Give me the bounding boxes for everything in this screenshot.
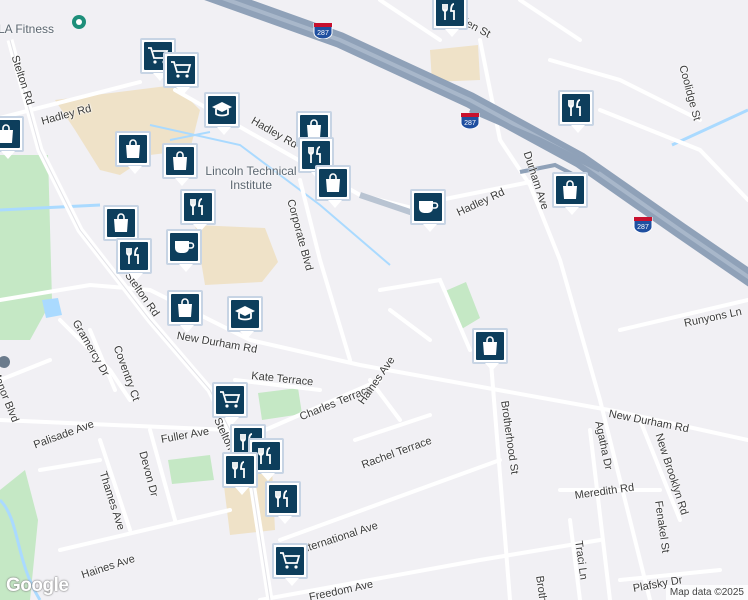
svg-text:287: 287 (317, 30, 329, 37)
restaurant-marker[interactable] (558, 90, 594, 133)
fork-knife-icon (232, 461, 245, 478)
restaurant-marker[interactable] (265, 481, 301, 524)
fork-knife-icon (275, 490, 288, 507)
grocery-marker[interactable] (212, 382, 248, 425)
grocery-marker[interactable] (163, 52, 199, 95)
graduation-cap-icon (212, 102, 232, 117)
interstate-shield-icon: 287 (633, 217, 653, 233)
poi-label-lincoln-tech[interactable]: Lincoln Technical Institute (196, 164, 306, 192)
map-attribution[interactable]: Map data ©2025 (665, 585, 748, 600)
bag-icon (563, 180, 577, 199)
restaurant-marker[interactable] (180, 189, 216, 232)
svg-text:287: 287 (637, 224, 649, 231)
svg-text:287: 287 (464, 120, 476, 127)
coffee-cup-icon (175, 241, 195, 253)
shop-marker[interactable] (162, 143, 198, 186)
shop-marker[interactable] (472, 328, 508, 371)
fork-knife-icon (308, 146, 321, 163)
interstate-shield-icon: 287 (460, 113, 480, 129)
commercial-area (195, 225, 278, 285)
fork-knife-icon (126, 247, 139, 264)
fork-knife-icon (568, 99, 581, 116)
bag-icon (326, 173, 340, 192)
bag-icon (0, 124, 13, 143)
poi-label-la-fitness[interactable]: LA Fitness (0, 22, 54, 36)
bag-icon (114, 213, 128, 232)
restaurant-marker[interactable] (116, 238, 152, 281)
shop-marker[interactable] (552, 172, 588, 215)
park-area (443, 282, 480, 330)
school-marker[interactable] (204, 92, 240, 135)
restaurant-marker[interactable] (222, 452, 258, 495)
bag-icon (173, 151, 187, 170)
bag-icon (178, 298, 192, 317)
park-area (0, 155, 52, 340)
bag-icon (126, 139, 140, 158)
fork-knife-icon (190, 198, 203, 215)
school-marker[interactable] (227, 296, 263, 339)
restaurant-marker[interactable] (432, 0, 468, 37)
fork-knife-icon (442, 3, 455, 20)
shop-marker[interactable] (103, 205, 139, 248)
coffee-cup-icon (419, 201, 439, 213)
interstate-shield-icon: 287 (313, 23, 333, 39)
cart-icon (280, 552, 301, 569)
shop-marker[interactable] (315, 165, 351, 208)
fork-knife-icon (258, 447, 271, 464)
graduation-cap-icon (235, 306, 255, 321)
cafe-marker[interactable] (166, 229, 202, 272)
shop-marker[interactable] (167, 290, 203, 333)
google-logo[interactable]: Google (6, 575, 69, 597)
cart-icon (220, 391, 241, 408)
grocery-marker[interactable] (272, 543, 308, 586)
cafe-marker[interactable] (410, 189, 446, 232)
bag-icon (483, 336, 497, 355)
bag-icon (307, 119, 321, 138)
cart-icon (171, 61, 192, 78)
shop-marker[interactable] (115, 131, 151, 174)
park-area (168, 455, 214, 484)
map-canvas[interactable]: 287 287 287 LA Fitness Lincoln Technical… (0, 0, 748, 600)
shop-marker[interactable] (0, 116, 24, 159)
